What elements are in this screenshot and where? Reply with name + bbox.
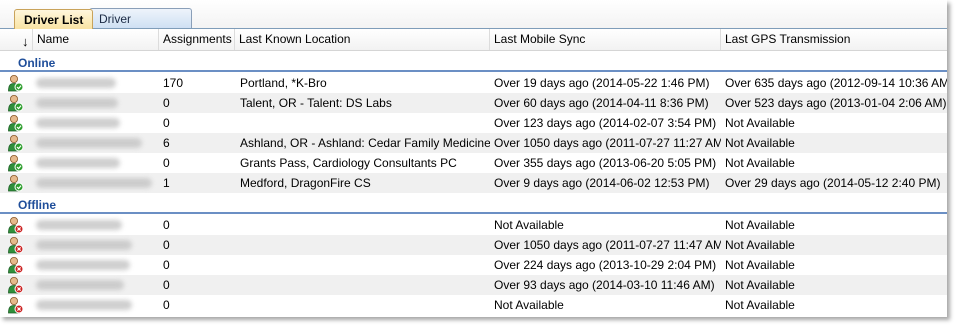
mobile-sync-cell: Over 224 days ago (2013-10-29 2:04 PM) — [494, 258, 717, 272]
assignments-cell: 0 — [163, 116, 170, 130]
tab-strip: Driver List Driver Positions — [0, 0, 947, 46]
driver-name-redacted — [36, 178, 152, 188]
driver-name-redacted — [36, 118, 120, 128]
driver-row[interactable]: 0 Talent, OR - Talent: DS Labs Over 60 day… — [0, 93, 947, 113]
column-header-mobile-sync[interactable]: Last Mobile Sync — [490, 29, 721, 50]
driver-row[interactable]: 0 Not Available Not Available — [0, 215, 947, 235]
mobile-sync-cell: Over 123 days ago (2014-02-07 3:54 PM) — [494, 116, 717, 130]
offline-person-icon — [8, 276, 24, 294]
offline-person-icon — [8, 296, 24, 314]
group-divider — [0, 212, 947, 214]
sort-column-header[interactable]: ↓ — [0, 29, 33, 50]
location-cell: Portland, *K-Bro — [240, 76, 327, 90]
location-cell — [240, 215, 490, 235]
gps-cell: Not Available — [725, 116, 795, 130]
mobile-sync-cell: Over 1050 days ago (2011-07-27 11:27 AM) — [494, 136, 721, 150]
grid-header: ↓ Name Assignments Last Known Location L… — [0, 29, 947, 51]
assignments-cell: 0 — [163, 218, 170, 232]
gps-cell: Not Available — [725, 218, 795, 232]
mobile-sync-cell: Not Available — [494, 218, 564, 232]
mobile-sync-cell: Over 1050 days ago (2011-07-27 11:47 AM) — [494, 238, 721, 252]
driver-row[interactable]: 170 Portland, *K-Bro Over 19 days ago (201… — [0, 73, 947, 93]
location-cell: Ashland, OR - Ashland: Cedar Family Medi… — [240, 136, 490, 150]
location-cell: Grants Pass, Cardiology Consultants PC — [240, 156, 457, 170]
assignments-cell: 0 — [163, 258, 170, 272]
mobile-sync-cell: Not Available — [494, 298, 564, 312]
gps-cell: Over 29 days ago (2014-05-12 2:40 PM) — [725, 176, 941, 190]
gps-cell: Not Available — [725, 238, 795, 252]
gps-cell: Not Available — [725, 136, 795, 150]
driver-row[interactable]: 6 Ashland, OR - Ashland: Cedar Family Med… — [0, 133, 947, 153]
tab-driver-list[interactable]: Driver List — [14, 9, 94, 29]
mobile-sync-cell: Over 60 days ago (2014-04-11 8:36 PM) — [494, 96, 709, 110]
location-cell: Medford, DragonFire CS — [240, 176, 371, 190]
online-person-icon — [8, 95, 24, 112]
location-cell — [240, 235, 490, 255]
offline-person-icon — [8, 236, 24, 254]
group-header-online[interactable]: Online — [18, 55, 55, 71]
offline-person-icon — [8, 216, 24, 234]
driver-name-redacted — [36, 220, 122, 230]
driver-name-redacted — [36, 78, 116, 88]
tab-driver-positions[interactable]: Driver Positions — [89, 8, 192, 46]
gps-cell: Not Available — [725, 298, 795, 312]
driver-name-redacted — [36, 280, 124, 290]
online-person-icon — [8, 75, 24, 92]
location-cell — [240, 295, 490, 315]
location-cell — [240, 275, 490, 295]
group-header-offline[interactable]: Offline — [18, 197, 56, 213]
gps-cell: Not Available — [725, 258, 795, 272]
gps-cell: Over 635 days ago (2012-09-14 10:36 AM) — [725, 76, 947, 90]
location-cell — [240, 255, 490, 275]
online-person-icon — [8, 174, 24, 192]
mobile-sync-cell: Over 9 days ago (2014-06-02 12:53 PM) — [494, 176, 710, 190]
driver-row[interactable]: 0 Grants Pass, Cardiology Consultants PC O… — [0, 153, 947, 173]
driver-name-redacted — [36, 240, 132, 250]
online-person-icon — [8, 154, 24, 172]
column-header-location[interactable]: Last Known Location — [235, 29, 490, 50]
offline-person-icon — [8, 256, 24, 274]
location-cell: Talent, OR - Talent: DS Labs — [240, 96, 392, 110]
column-header-gps[interactable]: Last GPS Transmission — [721, 29, 947, 50]
column-header-name[interactable]: Name — [33, 29, 159, 50]
online-person-icon — [8, 134, 24, 152]
assignments-cell: 0 — [163, 156, 170, 170]
gps-cell: Over 523 days ago (2013-01-04 2:06 AM) — [725, 96, 947, 110]
driver-name-redacted — [36, 138, 142, 148]
mobile-sync-cell: Over 355 days ago (2013-06-20 5:05 PM) — [494, 156, 717, 170]
driver-row[interactable]: 0 Over 1050 days ago (2011-07-27 11:47 AM… — [0, 235, 947, 255]
assignments-cell: 6 — [163, 136, 170, 150]
mobile-sync-cell: Over 93 days ago (2014-03-10 11:46 AM) — [494, 278, 715, 292]
assignments-cell: 170 — [163, 76, 184, 90]
driver-row[interactable]: 0 Not Available Not Available — [0, 295, 947, 315]
driver-row[interactable]: 0 Over 93 days ago (2014-03-10 11:46 AM) N… — [0, 275, 947, 295]
gps-cell: Not Available — [725, 278, 795, 292]
driver-name-redacted — [36, 98, 118, 108]
assignments-cell: 0 — [163, 278, 170, 292]
assignments-cell: 0 — [163, 96, 170, 110]
column-header-assignments[interactable]: Assignments — [159, 29, 235, 50]
driver-row[interactable]: 1 Medford, DragonFire CS Over 9 days ago (… — [0, 173, 947, 193]
driver-name-redacted — [36, 300, 132, 310]
assignments-cell: 0 — [163, 238, 170, 252]
gps-cell: Not Available — [725, 156, 795, 170]
group-divider — [0, 70, 947, 72]
mobile-sync-cell: Over 19 days ago (2014-05-22 1:46 PM) — [494, 76, 710, 90]
driver-row[interactable]: 0 Over 224 days ago (2013-10-29 2:04 PM) N… — [0, 255, 947, 275]
driver-list-window: Driver List Driver Positions ↓ Name Assi… — [0, 0, 947, 317]
location-cell — [240, 113, 490, 133]
driver-row[interactable]: 0 Over 123 days ago (2014-02-07 3:54 PM) N… — [0, 113, 947, 133]
online-person-icon — [8, 115, 24, 132]
driver-name-redacted — [36, 158, 120, 168]
assignments-cell: 1 — [163, 176, 170, 190]
sort-down-arrow-icon: ↓ — [22, 34, 29, 49]
assignments-cell: 0 — [163, 298, 170, 312]
driver-name-redacted — [36, 260, 130, 270]
